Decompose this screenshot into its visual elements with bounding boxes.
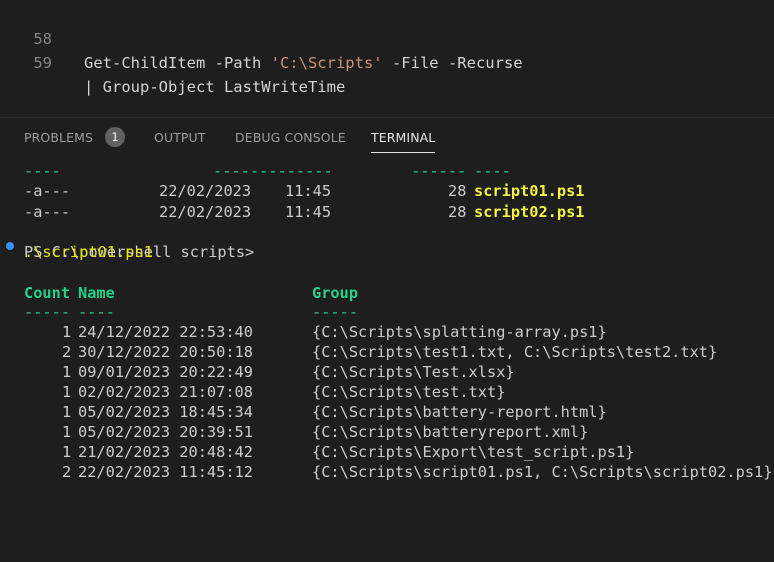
tab-output[interactable]: OUTPUT <box>154 128 206 152</box>
table-header: Count Name Group <box>24 284 359 302</box>
code-text: Get-ChildItem -Path 'C:\Scripts' -File -… <box>84 54 523 72</box>
table-row: 2 30/12/2022 20:50:18 {C:\Scripts\test1.… <box>62 343 718 361</box>
terminal-line: -a--- 22/02/2023 11:45 28 script01.ps1 <box>24 182 585 200</box>
table-row: 1 05/02/2023 18:45:34 {C:\Scripts\batter… <box>62 403 607 421</box>
terminal-line: ---- ------------- ------ ---- <box>24 162 511 180</box>
command-status-dot[interactable] <box>6 242 14 250</box>
table-row: 1 02/02/2023 21:07:08 {C:\Scripts\test.t… <box>62 383 506 401</box>
table-header-separator: ----- ---- ----- <box>24 303 359 321</box>
problems-count-badge: 1 <box>105 127 125 147</box>
terminal-line: -a--- 22/02/2023 11:45 28 script02.ps1 <box>24 203 585 221</box>
panel-tabs: PROBLEMS 1 OUTPUT DEBUG CONSOLE TERMINAL <box>0 118 774 156</box>
tab-terminal[interactable]: TERMINAL <box>371 128 436 153</box>
code-line-58[interactable]: 58 Get-ChildItem -Path 'C:\Scripts' -Fil… <box>0 3 522 72</box>
line-number: 59 <box>33 54 52 72</box>
code-text: | Group-Object LastWriteTime <box>84 78 346 96</box>
table-row: 1 24/12/2022 22:53:40 {C:\Scripts\splatt… <box>62 323 607 341</box>
table-row: 1 05/02/2023 20:39:51 {C:\Scripts\batter… <box>62 423 589 441</box>
command-text: .\script01.ps1 <box>24 243 153 261</box>
bottom-panel: PROBLEMS 1 OUTPUT DEBUG CONSOLE TERMINAL… <box>0 117 774 501</box>
code-line-59[interactable]: 59 | Group-Object LastWriteTime <box>0 27 345 96</box>
terminal-prompt-line: PS C:\powershell scripts> .\script01.ps1 <box>0 242 774 262</box>
tab-problems[interactable]: PROBLEMS <box>24 128 93 152</box>
table-row: 1 21/02/2023 20:48:42 {C:\Scripts\Export… <box>62 443 635 461</box>
code-editor[interactable]: 58 Get-ChildItem -Path 'C:\Scripts' -Fil… <box>0 0 774 117</box>
tab-debug-console[interactable]: DEBUG CONSOLE <box>235 128 346 152</box>
table-row: 2 22/02/2023 11:45:12 {C:\Scripts\script… <box>62 463 773 481</box>
table-row: 1 09/01/2023 20:22:49 {C:\Scripts\Test.x… <box>62 363 515 381</box>
